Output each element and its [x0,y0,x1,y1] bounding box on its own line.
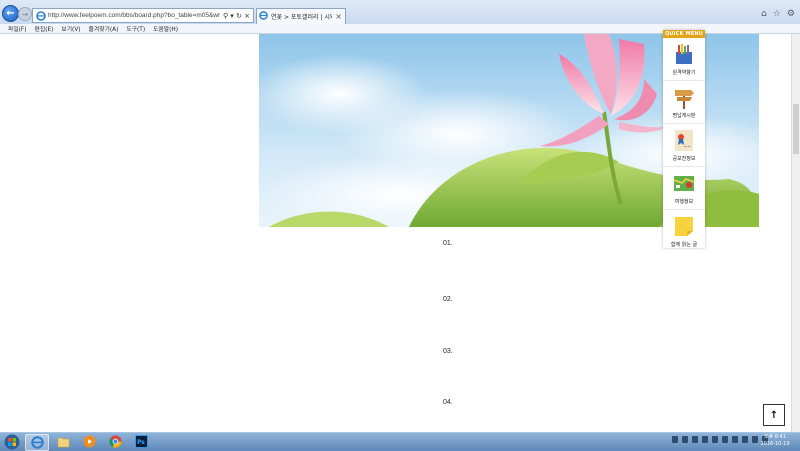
taskbar-media-button[interactable] [78,434,100,449]
map-icon [672,171,696,195]
tab-ie-icon [259,11,268,22]
menu-file[interactable]: 파일(F) [8,24,27,33]
ie-page-icon [35,10,46,21]
ribbon-poster-icon: ~~ [672,128,696,152]
list-item: 03. [443,348,453,355]
system-tray [672,436,768,443]
page-scrollbar[interactable] [791,34,800,432]
quick-menu-label: 함께 읽는 글 [670,242,698,248]
quick-menu-item-5[interactable]: 함께 읽는 글 [663,210,705,252]
clock-date: 2016-10-19 [760,441,790,447]
chrome-icon [108,435,121,448]
quick-menu-label: 명납게시판 [672,113,696,119]
up-arrow-icon: ↑ [769,409,779,421]
media-player-icon [83,435,95,448]
tray-icon[interactable] [722,436,728,443]
forward-button[interactable]: → [18,7,32,21]
quick-menu-item-4[interactable]: 여행정보 [663,167,705,210]
toolbar-icons: ⌂ ☆ ⚙ [761,9,795,19]
taskbar-explorer-button[interactable] [52,434,74,449]
browser-toolbar: ← → http://www.feelpoem.com/bbs/board.ph… [0,0,800,25]
quick-menu-item-2[interactable]: 명납게시판 [663,81,705,124]
settings-gear-icon[interactable]: ⚙ [787,9,795,19]
home-icon[interactable]: ⌂ [761,9,767,19]
menu-favorites[interactable]: 즐겨찾기(A) [89,24,119,33]
tab-title: 연꽃 > 포토갤러리 | 시와 [271,14,333,21]
menu-tools[interactable]: 도구(T) [126,24,145,33]
quick-menu: QUICK MENU 원격약향기 명납게시판 ~~ 공모전정보 여행정보 함께 … [663,30,705,248]
taskbar-clock[interactable]: 오후 8:41 2016-10-19 [758,434,792,448]
browser-tab[interactable]: 연꽃 > 포토갤러리 | 시와 × [256,8,346,24]
windows-logo-icon [4,434,20,450]
back-button[interactable]: ← [2,5,19,22]
menu-edit[interactable]: 편집(E) [35,24,54,33]
taskbar-ie-button[interactable] [25,434,49,451]
tray-icon[interactable] [692,436,698,443]
quick-menu-item-3[interactable]: ~~ 공모전정보 [663,124,705,167]
scrollbar-thumb[interactable] [793,104,799,154]
quick-menu-item-1[interactable]: 원격약향기 [663,38,705,81]
tab-close-icon[interactable]: × [332,12,345,21]
photoshop-icon: Ps [134,435,148,448]
list-item: 02. [443,296,453,303]
tray-icon[interactable] [682,436,688,443]
quick-menu-title: QUICK MENU [663,30,705,38]
taskbar-chrome-button[interactable] [104,434,126,449]
svg-text:Ps: Ps [137,439,145,446]
list-item: 04. [443,399,453,406]
signpost-icon [672,85,696,109]
svg-text:~~: ~~ [684,144,691,149]
favorites-star-icon[interactable]: ☆ [773,9,781,19]
taskbar-photoshop-button[interactable]: Ps [130,434,152,449]
sticky-note-icon [672,214,696,238]
tray-icon[interactable] [672,436,678,443]
back-arrow-icon: ← [6,8,15,19]
tray-icon[interactable] [702,436,708,443]
windows-taskbar: Ps 오후 8:41 2016-10-19 [0,432,800,451]
stationery-icon [672,42,696,66]
list-item: 01. [443,240,453,247]
ie-icon [30,436,44,449]
tray-icon[interactable] [712,436,718,443]
quick-menu-label: 원격약향기 [672,70,696,76]
scroll-to-top-button[interactable]: ↑ [763,404,785,426]
quick-menu-label: 여행정보 [674,199,694,205]
forward-arrow-icon: → [21,9,29,19]
url-text[interactable]: http://www.feelpoem.com/bbs/board.php?bo… [48,12,220,19]
quick-menu-label: 공모전정보 [672,156,696,162]
menu-view[interactable]: 보기(V) [61,24,80,33]
tray-icon[interactable] [732,436,738,443]
tray-icon[interactable] [742,436,748,443]
clock-time: 오후 8:41 [763,434,787,440]
folder-icon [57,437,69,447]
search-refresh-icon[interactable]: ⚲ ▾ ↻ × [220,12,253,20]
menu-help[interactable]: 도움말(H) [153,24,178,33]
start-button[interactable] [3,434,21,450]
address-bar[interactable]: http://www.feelpoem.com/bbs/board.php?bo… [32,8,254,23]
